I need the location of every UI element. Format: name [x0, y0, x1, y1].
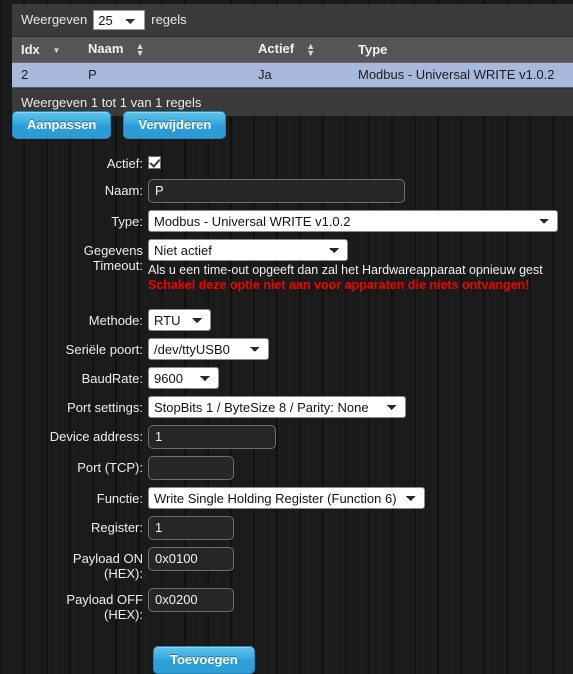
- label-active: Actief:: [106, 156, 143, 171]
- table-head: Idx ▼ Naam ▲ ▼ Actief ▲ ▼ Type: [12, 37, 573, 63]
- hardware-form: Actief: Naam: Type: Modbus - Universal W…: [0, 152, 573, 674]
- label-function: Functie:: [96, 491, 143, 506]
- hardware-table: Weergeven 25 regels Idx ▼ Naam ▲ ▼ Actie…: [12, 4, 573, 116]
- data-table: Idx ▼ Naam ▲ ▼ Actief ▲ ▼ Type 2 P Ja Mo…: [12, 37, 573, 88]
- form-row-baudrate: BaudRate: 9600: [0, 367, 573, 389]
- function-select[interactable]: Write Single Holding Register (Function …: [148, 487, 425, 509]
- cell-type: Modbus - Universal WRITE v1.0.2: [349, 61, 573, 88]
- label-baudrate: BaudRate:: [81, 371, 143, 386]
- field-payload-on: [148, 547, 573, 571]
- serial-port-select[interactable]: /dev/ttyUSB0: [148, 338, 269, 360]
- field-serial-port: /dev/ttyUSB0: [148, 338, 573, 360]
- length-label-after: regels: [151, 12, 187, 27]
- table-header-row: Idx ▼ Naam ▲ ▼ Actief ▲ ▼ Type: [12, 37, 573, 63]
- column-header-actief[interactable]: Actief ▲ ▼: [249, 37, 349, 63]
- column-label-naam: Naam: [88, 41, 124, 56]
- port-tcp-input[interactable]: [148, 456, 234, 480]
- sort-both-icon: ▲ ▼: [135, 40, 145, 58]
- form-row-timeout: Gegevens Timeout: Niet actief Als u een …: [0, 239, 573, 293]
- form-row-payload-on: Payload ON (HEX):: [0, 547, 573, 581]
- label-name: Naam:: [104, 183, 143, 198]
- table-length-select[interactable]: 25: [93, 10, 146, 30]
- field-active: [148, 152, 573, 172]
- form-row-device-address: Device address:: [0, 425, 573, 449]
- column-label-idx: Idx: [21, 41, 40, 57]
- column-header-naam[interactable]: Naam ▲ ▼: [79, 37, 249, 63]
- field-payload-off: [148, 588, 573, 612]
- label-port-tcp: Port (TCP):: [77, 460, 143, 475]
- field-baudrate: 9600: [148, 367, 573, 389]
- field-type: Modbus - Universal WRITE v1.0.2: [148, 210, 573, 232]
- active-checkbox[interactable]: [148, 156, 161, 169]
- column-header-idx[interactable]: Idx ▼: [12, 37, 79, 63]
- form-row-serial-port: Seriële poort: /dev/ttyUSB0: [0, 338, 573, 360]
- timeout-help-text: Als u een time-out opgeeft dan zal het H…: [148, 263, 543, 277]
- form-row-active: Actief:: [0, 152, 573, 172]
- label-serial-port: Seriële poort:: [65, 342, 143, 357]
- column-label-actief: Actief: [258, 41, 295, 56]
- cell-actief: Ja: [249, 61, 349, 88]
- form-row-method: Methode: RTU: [0, 309, 573, 331]
- edit-button[interactable]: Aanpassen: [12, 111, 112, 139]
- timeout-warning-text: Schakel deze optie niet aan voor apparat…: [148, 278, 530, 292]
- cell-naam: P: [79, 61, 249, 88]
- label-payload-off: Payload OFF (HEX):: [66, 592, 143, 622]
- label-port-settings: Port settings:: [67, 400, 143, 415]
- form-row-function: Functie: Write Single Holding Register (…: [0, 487, 573, 509]
- form-spacer: [0, 300, 573, 309]
- form-row-name: Naam:: [0, 179, 573, 203]
- timeout-select[interactable]: Niet actief: [148, 239, 348, 261]
- port-settings-select[interactable]: StopBits 1 / ByteSize 8 / Parity: None: [148, 396, 406, 418]
- label-timeout: Gegevens Timeout:: [83, 243, 143, 273]
- form-row-port-tcp: Port (TCP):: [0, 456, 573, 480]
- label-register: Register:: [90, 520, 143, 535]
- length-label-before: Weergeven: [21, 12, 88, 27]
- payload-off-input[interactable]: [148, 588, 234, 612]
- table-body: 2 P Ja Modbus - Universal WRITE v1.0.2: [12, 61, 573, 88]
- action-button-group: Aanpassen Verwijderen: [12, 111, 227, 139]
- column-header-type[interactable]: Type: [349, 37, 573, 63]
- field-register: [148, 516, 573, 540]
- label-type: Type:: [111, 214, 143, 229]
- field-function: Write Single Holding Register (Function …: [148, 487, 573, 509]
- cell-idx: 2: [12, 61, 79, 88]
- field-device-address: [148, 425, 573, 449]
- label-device-address: Device address:: [49, 429, 143, 444]
- field-timeout: Niet actief Als u een time-out opgeeft d…: [148, 239, 573, 293]
- label-method: Methode:: [88, 313, 143, 328]
- page-root: Weergeven 25 regels Idx ▼ Naam ▲ ▼ Actie…: [0, 0, 573, 674]
- field-name: [148, 179, 573, 203]
- form-row-port-settings: Port settings: StopBits 1 / ByteSize 8 /…: [0, 396, 573, 418]
- field-method: RTU: [148, 309, 573, 331]
- method-select[interactable]: RTU: [148, 309, 211, 331]
- register-input[interactable]: [148, 516, 234, 540]
- label-payload-on: Payload ON (HEX):: [72, 551, 143, 581]
- form-row-register: Register:: [0, 516, 573, 540]
- type-select[interactable]: Modbus - Universal WRITE v1.0.2: [148, 210, 558, 232]
- name-input[interactable]: [148, 179, 405, 203]
- delete-button[interactable]: Verwijderen: [123, 111, 227, 139]
- table-row[interactable]: 2 P Ja Modbus - Universal WRITE v1.0.2: [12, 61, 573, 88]
- form-row-payload-off: Payload OFF (HEX):: [0, 588, 573, 622]
- form-row-type: Type: Modbus - Universal WRITE v1.0.2: [0, 210, 573, 232]
- device-address-input[interactable]: [148, 425, 276, 449]
- submit-button[interactable]: Toevoegen: [153, 646, 255, 674]
- column-label-type: Type: [358, 41, 388, 57]
- table-length-bar: Weergeven 25 regels: [12, 4, 573, 37]
- sort-desc-icon: ▼: [52, 45, 61, 55]
- payload-on-input[interactable]: [148, 547, 234, 571]
- field-port-tcp: [148, 456, 573, 480]
- baudrate-select[interactable]: 9600: [148, 367, 219, 389]
- sort-both-icon: ▲ ▼: [306, 40, 316, 58]
- field-port-settings: StopBits 1 / ByteSize 8 / Parity: None: [148, 396, 573, 418]
- submit-row: Toevoegen: [0, 646, 573, 674]
